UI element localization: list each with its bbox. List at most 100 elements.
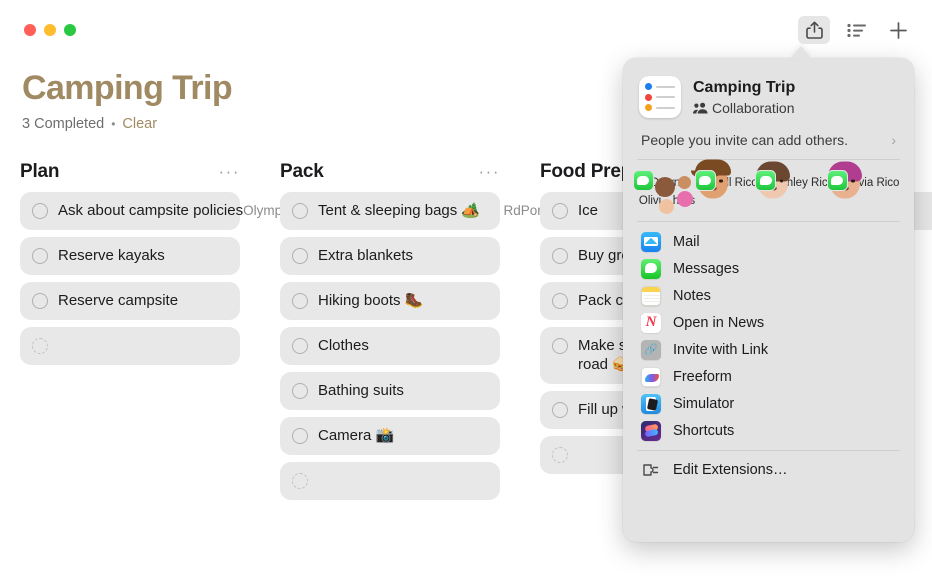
minimize-button[interactable] <box>44 24 56 36</box>
task-complete-circle[interactable] <box>292 338 308 354</box>
popover-subtitle-row: Collaboration <box>693 100 795 116</box>
task-title: Ask about campsite policies <box>58 202 244 219</box>
task-row[interactable]: Reserve campsite <box>20 282 240 320</box>
suggested-contacts: Dawn, Olivi…hersWill RicoAshley RicoOliv… <box>623 159 914 221</box>
page-subheader: 3 Completed • Clear <box>22 116 232 132</box>
share-apps-list: Mail Messages Notes Open in News Invite with… <box>623 222 914 450</box>
share-app-item[interactable]: Mail <box>623 228 914 255</box>
task-title: Extra blankets <box>318 247 414 264</box>
task-title: Reserve kayaks <box>58 247 165 264</box>
column-menu-button[interactable]: ··· <box>219 163 240 180</box>
task-complete-circle[interactable] <box>32 248 48 264</box>
invite-permissions-label: People you invite can add others. <box>641 132 849 148</box>
column-title: Pack <box>280 161 324 182</box>
popover-header: Camping Trip Collaboration <box>623 58 914 128</box>
list-view-button[interactable] <box>840 16 872 44</box>
task-complete-circle[interactable] <box>552 203 568 219</box>
task-complete-circle[interactable] <box>292 428 308 444</box>
task-title: Camera 📸 <box>318 427 395 444</box>
task-complete-circle[interactable] <box>32 293 48 309</box>
reminder-column: Pack ··· Tent & sleeping bags 🏕️ Extra blan… <box>260 152 520 588</box>
task-title: Reserve campsite <box>58 292 179 309</box>
toolbar-actions <box>798 16 914 44</box>
share-app-label: Notes <box>673 287 711 304</box>
popover-arrow <box>790 46 812 59</box>
share-app-label: Shortcuts <box>673 422 735 439</box>
page-header: Camping Trip 3 Completed • Clear <box>22 66 233 132</box>
share-button[interactable] <box>798 16 830 44</box>
task-title: Tent & sleeping bags 🏕️ <box>318 202 481 219</box>
task-complete-circle[interactable] <box>32 203 48 219</box>
edit-extensions-label: Edit Extensions… <box>673 462 788 478</box>
task-title: Hiking boots 🥾 <box>318 292 424 309</box>
task-content: Reserve kayaks <box>58 246 165 265</box>
task-complete-circle[interactable] <box>552 447 568 463</box>
column-header: Pack ··· <box>280 152 500 192</box>
reminder-column: Plan ··· Ask about campsite policiesOlympi… <box>0 152 663 588</box>
new-task-row[interactable] <box>20 327 240 365</box>
task-row[interactable]: Extra blankets <box>280 237 500 275</box>
column-menu-button[interactable]: ··· <box>479 163 500 180</box>
zoom-button[interactable] <box>64 24 76 36</box>
share-app-item[interactable]: Messages <box>623 255 914 282</box>
task-complete-circle[interactable] <box>552 248 568 264</box>
edit-extensions-row[interactable]: Edit Extensions… <box>623 451 914 484</box>
task-row[interactable]: Ask about campsite policiesOlympic Natio… <box>20 192 663 230</box>
messages-badge-icon <box>755 170 777 191</box>
share-app-item[interactable]: Simulator <box>623 390 914 417</box>
notes-icon <box>641 285 661 306</box>
task-complete-circle[interactable] <box>292 473 308 489</box>
invite-permissions-row[interactable]: People you invite can add others. › <box>623 128 914 159</box>
share-app-item[interactable]: Invite with Link <box>623 336 914 363</box>
task-title: Bathing suits <box>318 382 404 399</box>
add-reminder-button[interactable] <box>882 16 914 44</box>
share-app-item[interactable]: Shortcuts <box>623 417 914 444</box>
task-complete-circle[interactable] <box>552 402 568 418</box>
task-row[interactable]: Clothes <box>280 327 500 365</box>
people-icon <box>693 102 708 114</box>
task-content: Bathing suits <box>318 381 404 400</box>
share-icon <box>805 21 823 39</box>
link-icon <box>641 339 661 360</box>
task-row[interactable]: Tent & sleeping bags 🏕️ <box>280 192 500 230</box>
task-content: Ask about campsite policiesOlympic Natio… <box>58 201 663 220</box>
new-task-row[interactable] <box>280 462 500 500</box>
reminders-window: Camping Trip 3 Completed • Clear Plan ···… <box>0 0 932 588</box>
task-title: Ice <box>578 202 599 219</box>
share-app-label: Simulator <box>673 395 735 412</box>
page-title: Camping Trip <box>22 69 233 107</box>
task-complete-circle[interactable] <box>32 338 48 354</box>
close-button[interactable] <box>24 24 36 36</box>
task-complete-circle[interactable] <box>292 203 308 219</box>
task-title: Clothes <box>318 337 369 354</box>
column-title: Food Prep <box>540 161 633 182</box>
task-content: Ice <box>578 201 598 220</box>
messages-badge-icon <box>694 170 716 191</box>
task-row[interactable]: Camera 📸 <box>280 417 500 455</box>
task-complete-circle[interactable] <box>292 293 308 309</box>
task-complete-circle[interactable] <box>552 338 568 354</box>
task-complete-circle[interactable] <box>292 248 308 264</box>
popover-subtitle: Collaboration <box>712 100 795 116</box>
share-app-item[interactable]: Notes <box>623 282 914 309</box>
messages-icon <box>641 258 661 279</box>
task-complete-circle[interactable] <box>292 383 308 399</box>
share-app-label: Mail <box>673 233 700 250</box>
chevron-right-icon: › <box>891 132 896 148</box>
task-row[interactable]: Bathing suits <box>280 372 500 410</box>
contact-item[interactable]: Olivia Rico <box>826 161 904 209</box>
column-header: Plan ··· <box>20 152 240 192</box>
list-view-icon <box>846 23 866 37</box>
share-app-item[interactable]: Open in News <box>623 309 914 336</box>
contact-item[interactable]: Dawn, Olivi…hers <box>632 170 699 214</box>
messages-badge-icon <box>826 170 848 191</box>
task-row[interactable]: Hiking boots 🥾 <box>280 282 500 320</box>
popover-title: Camping Trip <box>693 79 796 96</box>
clear-completed-button[interactable]: Clear <box>122 116 157 132</box>
share-app-label: Messages <box>673 260 740 277</box>
task-row[interactable]: Reserve kayaks <box>20 237 240 275</box>
task-complete-circle[interactable] <box>552 293 568 309</box>
task-content: Tent & sleeping bags 🏕️ <box>318 201 480 220</box>
task-content: Hiking boots 🥾 <box>318 291 423 310</box>
share-app-item[interactable]: Freeform <box>623 363 914 390</box>
